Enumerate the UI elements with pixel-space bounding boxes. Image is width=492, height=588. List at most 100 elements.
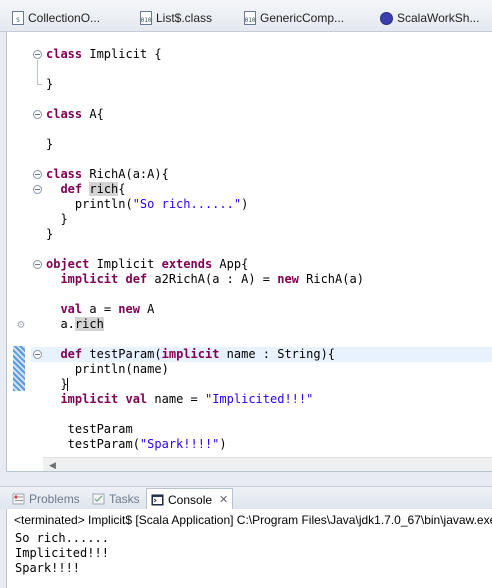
editor-tab-3[interactable]: ScalaWorkSh... [380,9,479,27]
keyword-token: def [125,272,148,286]
keyword-token: def [60,182,83,196]
code-token: Implicit [89,257,162,271]
console-view[interactable]: <terminated> Implicit$ [Scala Applicatio… [6,509,492,588]
code-token: name = [147,392,205,406]
code-line[interactable]: testParam [46,422,133,437]
code-token: RichA(a) [298,272,364,286]
code-line[interactable]: a.rich [46,317,104,332]
editor-tab-label: List$.class [156,11,213,25]
code-token: name : String){ [219,347,336,361]
console-output-line: Implicited!!! [15,546,109,560]
editor-tab-1[interactable]: 010 List$.class [140,9,212,27]
code-token: println( [46,197,133,211]
code-token: A [139,302,155,316]
fold-toggle-icon[interactable] [33,260,42,269]
code-line[interactable]: def testParam(implicit name : String){ [31,347,492,362]
code-line[interactable]: } [46,212,68,227]
fold-range-line [37,60,38,85]
code-area[interactable]: class Implicit {} class A{} class RichA(a:… [7,32,492,458]
code-token: } [46,227,54,241]
fold-toggle-icon[interactable] [33,170,42,179]
tab-tasks[interactable]: Tasks [92,491,140,507]
class-file-icon: 010 [244,11,256,25]
tasks-icon [92,493,105,505]
editor-tab-strip: S CollectionO... 010 List$.class 010 Gen… [0,0,492,32]
editor-tab-2[interactable]: 010 GenericComp... [244,9,344,27]
code-line[interactable]: class RichA(a:A){ [46,167,169,182]
code-token: testParam( [46,437,140,451]
code-token: } [46,212,68,226]
code-line[interactable]: val a = new A [46,302,154,317]
code-line[interactable]: println("So rich......") [46,197,248,212]
view-tab-strip: Problems Tasks Console ✕ [0,486,492,510]
fold-toggle-icon[interactable] [33,185,42,194]
fold-range-end [37,84,42,85]
keyword-token: object [46,257,90,271]
class-file-icon: 010 [140,11,152,25]
code-token: a = [82,302,119,316]
editor-tab-label: GenericComp... [260,11,345,25]
keyword-token: new [277,272,299,286]
code-token: } [46,77,54,91]
occurrence-highlight: rich [74,317,104,331]
keyword-token: extends [161,257,213,271]
close-icon[interactable]: ✕ [219,493,228,506]
keyword-token: class [46,167,83,181]
tab-console[interactable]: Console ✕ [146,488,234,510]
code-token: ) [219,437,227,451]
code-token: ) [241,197,249,211]
code-token: } [46,377,68,391]
tab-label: Problems [29,492,80,506]
keyword-token: implicit [161,347,220,361]
editor-tab-label: CollectionO... [28,11,101,25]
scroll-left-icon[interactable]: ◀ [49,460,56,471]
code-line[interactable]: implicit def a2RichA(a : A) = new RichA(… [46,272,364,287]
keyword-token: val [125,392,148,406]
fold-toggle-icon[interactable] [33,350,42,359]
code-line[interactable]: object Implicit extends App{ [46,257,248,272]
code-line[interactable]: testParam("Spark!!!!") [46,437,227,452]
occurrence-highlight: rich [89,182,119,196]
code-token: a. [46,317,75,331]
keyword-token: val [60,302,83,316]
console-output-line: Spark!!!! [15,561,81,575]
code-token: RichA(a:A){ [82,167,169,181]
keyword-token: def [60,347,83,361]
code-token: testParam [46,422,133,436]
code-line[interactable]: def rich{ [46,182,126,197]
fold-toggle-icon[interactable] [33,50,42,59]
string-token: "Implicited!!!" [204,392,314,406]
code-token: testParam( [82,347,162,361]
code-line[interactable]: class Implicit { [46,47,162,62]
editor-tab-label: ScalaWorkSh... [397,11,480,25]
string-token: "Spark!!!!" [139,437,220,451]
tab-label: Console [168,492,213,507]
scala-worksheet-icon [380,11,393,25]
editor-tab-0[interactable]: S CollectionO... [12,9,100,27]
code-token: println(name) [46,362,169,376]
fold-toggle-icon[interactable] [33,110,42,119]
horizontal-scrollbar[interactable]: ◀ [43,457,492,471]
console-status: <terminated> Implicit$ [Scala Applicatio… [14,513,492,527]
code-token: { [118,182,126,196]
problems-icon [12,493,25,505]
code-line[interactable]: } [46,137,53,152]
keyword-token: new [118,302,140,316]
code-line[interactable]: } [46,227,53,242]
code-editor[interactable]: ⚙ class Implicit {} class A{} class RichA(… [6,32,492,472]
code-line[interactable]: class A{ [46,107,104,122]
scala-file-icon: S [12,11,24,25]
console-icon [151,494,164,506]
text-caret [67,378,68,391]
code-line[interactable]: implicit val name = "Implicited!!!" [46,392,313,407]
code-token: App{ [212,257,249,271]
console-output-line: So rich...... [15,531,109,545]
keyword-token: implicit [60,392,119,406]
code-line[interactable]: } [46,77,53,92]
code-line[interactable]: println(name) [46,362,169,377]
code-line[interactable]: } [46,377,68,392]
tab-problems[interactable]: Problems [12,491,80,507]
